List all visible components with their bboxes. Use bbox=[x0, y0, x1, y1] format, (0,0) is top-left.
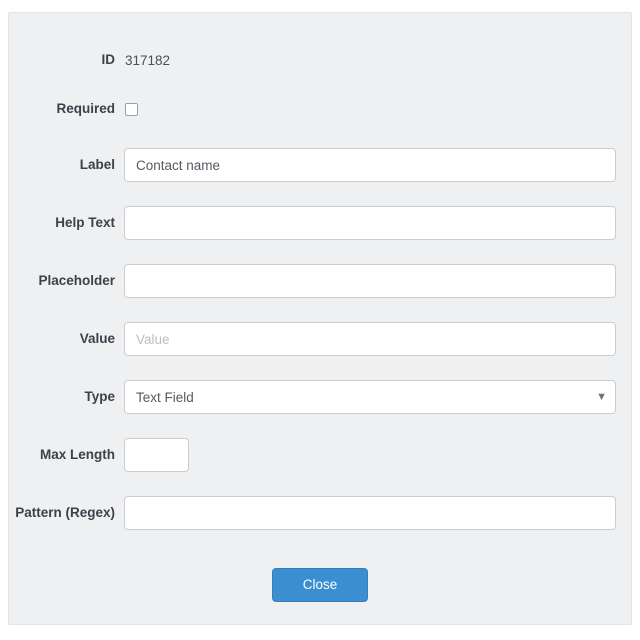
control-value bbox=[124, 322, 631, 356]
control-required bbox=[124, 102, 631, 116]
pattern-input[interactable] bbox=[124, 496, 616, 530]
required-checkbox[interactable] bbox=[125, 102, 138, 116]
type-select[interactable]: Text Field ▼ bbox=[124, 380, 616, 414]
control-placeholder bbox=[124, 264, 631, 298]
control-type: Text Field ▼ bbox=[124, 380, 631, 414]
control-id: 317182 bbox=[124, 53, 631, 68]
label-label: Label bbox=[79, 156, 115, 172]
form-row-label: Label bbox=[9, 148, 631, 182]
help-text-input[interactable] bbox=[124, 206, 616, 240]
form-row-required: Required bbox=[9, 92, 631, 126]
field-settings-panel: ID 317182 Required Label Help Text Place… bbox=[8, 12, 632, 625]
control-help-text bbox=[124, 206, 631, 240]
type-select-value: Text Field bbox=[124, 380, 616, 414]
placeholder-input[interactable] bbox=[124, 264, 616, 298]
form-row-placeholder: Placeholder bbox=[9, 264, 631, 298]
label-type: Type bbox=[84, 388, 115, 404]
form-row-type: Type Text Field ▼ bbox=[9, 380, 631, 414]
label-required: Required bbox=[56, 100, 115, 116]
id-value: 317182 bbox=[125, 52, 171, 68]
form-row-max-length: Max Length bbox=[9, 438, 631, 472]
form-row-help-text: Help Text bbox=[9, 206, 631, 240]
control-pattern bbox=[124, 496, 631, 530]
value-input[interactable] bbox=[124, 322, 616, 356]
close-button[interactable]: Close bbox=[272, 568, 368, 602]
form-row-value: Value bbox=[9, 322, 631, 356]
form-row-id: ID 317182 bbox=[9, 43, 631, 77]
label-placeholder: Placeholder bbox=[38, 272, 115, 288]
label-help-text: Help Text bbox=[55, 214, 115, 230]
panel-footer: Close bbox=[9, 568, 631, 602]
label-id: ID bbox=[101, 51, 116, 67]
label-max-length: Max Length bbox=[39, 446, 115, 462]
label-value: Value bbox=[79, 330, 115, 346]
max-length-input[interactable] bbox=[124, 438, 189, 472]
form-row-pattern: Pattern (Regex) bbox=[9, 496, 631, 530]
control-label bbox=[124, 148, 631, 182]
label-input[interactable] bbox=[124, 148, 616, 182]
label-pattern: Pattern (Regex) bbox=[15, 504, 115, 520]
control-max-length bbox=[124, 438, 631, 472]
